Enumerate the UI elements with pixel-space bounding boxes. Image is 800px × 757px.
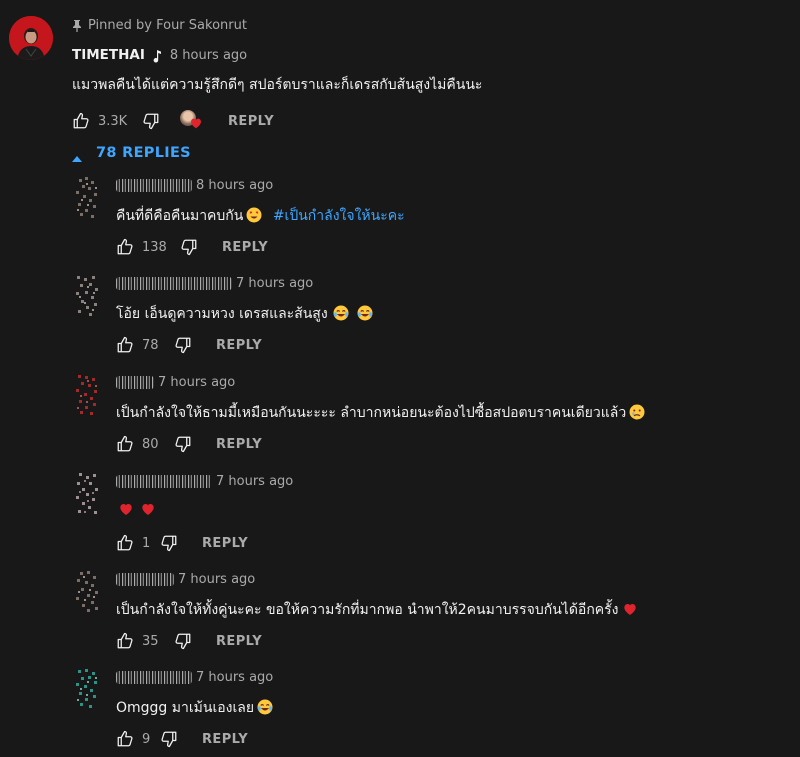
reply-header: 7 hours ago bbox=[116, 572, 255, 587]
crying-face-emoji bbox=[629, 404, 645, 420]
thumbs-up-icon[interactable] bbox=[116, 534, 134, 552]
tears-of-joy-emoji bbox=[257, 699, 273, 715]
reply-text-body: เป็นกำลังใจให้ธามมี้เหมือนกันนะะะะ ลำบาก… bbox=[116, 405, 627, 421]
reply-button[interactable]: REPLY bbox=[202, 732, 248, 747]
blurred-author-name[interactable] bbox=[116, 179, 192, 192]
tears-of-joy-emoji bbox=[357, 305, 373, 321]
reply-text: Omggg มาเม้นเองเลย bbox=[116, 697, 273, 719]
thumbs-down-icon[interactable] bbox=[180, 238, 198, 256]
thumbs-down-icon[interactable] bbox=[160, 730, 178, 748]
like-count: 1 bbox=[142, 535, 151, 551]
reply-item: 7 hours ago โอ้ย เอ็นดูความหวง เดรสและส้… bbox=[0, 273, 800, 371]
comment-actions: 3.3K REPLY bbox=[72, 110, 274, 132]
reply-button[interactable]: REPLY bbox=[228, 114, 274, 129]
reply-item: 7 hours ago 1 REPLY bbox=[0, 471, 800, 569]
comment-thread: Pinned by Four Sakonrut TIMETHAI 8 hours… bbox=[0, 0, 800, 757]
reply-actions: 9 REPLY bbox=[116, 730, 248, 748]
pin-icon bbox=[72, 19, 82, 33]
hashtag-link[interactable]: #เป็นกำลังใจให้นะคะ bbox=[273, 208, 405, 224]
reply-text: เป็นกำลังใจให้ทั้งคู่นะคะ ขอให้ความรักที… bbox=[116, 599, 638, 621]
reply-button[interactable]: REPLY bbox=[216, 338, 262, 353]
reply-timestamp[interactable]: 7 hours ago bbox=[236, 276, 313, 291]
thumbs-up-icon[interactable] bbox=[116, 632, 134, 650]
reply-button[interactable]: REPLY bbox=[216, 634, 262, 649]
blurred-author-name[interactable] bbox=[116, 573, 174, 586]
reply-text-body: เป็นกำลังใจให้ทั้งคู่นะคะ ขอให้ความรักที… bbox=[116, 602, 619, 618]
reply-button[interactable]: REPLY bbox=[202, 536, 248, 551]
reply-header: 7 hours ago bbox=[116, 375, 235, 390]
reply-button[interactable]: REPLY bbox=[222, 240, 268, 255]
blurred-author-name[interactable] bbox=[116, 475, 212, 488]
reply-actions: 80 REPLY bbox=[116, 435, 262, 453]
caret-up-icon bbox=[72, 150, 82, 162]
reply-actions: 35 REPLY bbox=[116, 632, 262, 650]
red-heart-emoji bbox=[118, 501, 134, 517]
reply-avatar[interactable] bbox=[73, 471, 101, 517]
thumbs-up-icon[interactable] bbox=[116, 336, 134, 354]
pinned-by-text: Pinned by Four Sakonrut bbox=[88, 18, 247, 33]
reply-text-body: โอ้ย เอ็นดูความหวง เดรสและส้นสูง bbox=[116, 306, 328, 322]
thumbs-up-icon[interactable] bbox=[116, 238, 134, 256]
reply-timestamp[interactable]: 7 hours ago bbox=[158, 375, 235, 390]
reply-timestamp[interactable]: 7 hours ago bbox=[216, 474, 293, 489]
reply-avatar[interactable] bbox=[73, 175, 101, 221]
reply-actions: 138 REPLY bbox=[116, 238, 268, 256]
reply-timestamp[interactable]: 7 hours ago bbox=[196, 670, 273, 685]
reply-text: คืนที่ดีคือคืนมาคบกัน #เป็นกำลังใจให้นะค… bbox=[116, 205, 405, 227]
thumbs-down-icon[interactable] bbox=[160, 534, 178, 552]
reply-timestamp[interactable]: 8 hours ago bbox=[196, 178, 273, 193]
replies-count-label: 78 REPLIES bbox=[96, 145, 191, 161]
reply-item: 8 hours ago คืนที่ดีคือคืนมาคบกัน #เป็นก… bbox=[0, 175, 800, 273]
reply-item: 7 hours ago เป็นกำลังใจให้ธามมี้เหมือนกั… bbox=[0, 372, 800, 470]
thumbs-down-icon[interactable] bbox=[174, 336, 192, 354]
thumbs-up-icon[interactable] bbox=[116, 730, 134, 748]
reply-actions: 78 REPLY bbox=[116, 336, 262, 354]
thumbs-up-icon[interactable] bbox=[72, 112, 90, 130]
thumbs-down-icon[interactable] bbox=[174, 435, 192, 453]
like-count: 3.3K bbox=[98, 113, 128, 129]
pinned-label: Pinned by Four Sakonrut bbox=[72, 18, 247, 33]
reply-item: 7 hours ago เป็นกำลังใจให้ทั้งคู่นะคะ ขอ… bbox=[0, 569, 800, 667]
blurred-author-name[interactable] bbox=[116, 376, 154, 389]
reply-avatar[interactable] bbox=[73, 273, 101, 319]
reply-text-body: Omggg มาเม้นเองเลย bbox=[116, 700, 255, 716]
reply-header: 8 hours ago bbox=[116, 178, 273, 193]
thumbs-down-icon[interactable] bbox=[174, 632, 192, 650]
reply-item: 7 hours ago Omggg มาเม้นเองเลย 9 REPLY bbox=[0, 667, 800, 757]
blurred-author-name[interactable] bbox=[116, 671, 192, 684]
reply-text bbox=[116, 501, 156, 518]
like-count: 138 bbox=[142, 239, 167, 255]
reply-actions: 1 REPLY bbox=[116, 534, 248, 552]
reply-avatar[interactable] bbox=[73, 667, 101, 713]
reply-header: 7 hours ago bbox=[116, 276, 313, 291]
reply-avatar[interactable] bbox=[73, 569, 101, 615]
reply-header: 7 hours ago bbox=[116, 474, 293, 489]
reply-text: เป็นกำลังใจให้ธามมี้เหมือนกันนะะะะ ลำบาก… bbox=[116, 402, 645, 424]
reply-button[interactable]: REPLY bbox=[216, 437, 262, 452]
comment-timestamp[interactable]: 8 hours ago bbox=[170, 48, 247, 63]
like-count: 80 bbox=[142, 436, 159, 452]
thumbs-up-icon[interactable] bbox=[116, 435, 134, 453]
heart-eyes-emoji bbox=[246, 207, 262, 223]
reply-header: 7 hours ago bbox=[116, 670, 273, 685]
comment-header: TIMETHAI 8 hours ago bbox=[72, 47, 247, 63]
like-count: 35 bbox=[142, 633, 159, 649]
replies-toggle-button[interactable]: 78 REPLIES bbox=[72, 145, 191, 162]
like-count: 78 bbox=[142, 337, 159, 353]
reply-text: โอ้ย เอ็นดูความหวง เดรสและส้นสูง bbox=[116, 303, 373, 325]
comment-author[interactable]: TIMETHAI bbox=[72, 47, 145, 63]
red-heart-emoji bbox=[622, 601, 638, 617]
comment-text: แมวพลคืนได้แต่ความรู้สึกดีๆ สปอร์ตบราและ… bbox=[72, 77, 483, 93]
like-count: 9 bbox=[142, 731, 151, 747]
tears-of-joy-emoji bbox=[333, 305, 349, 321]
reply-timestamp[interactable]: 7 hours ago bbox=[178, 572, 255, 587]
thumbs-down-icon[interactable] bbox=[142, 112, 160, 130]
blurred-author-name[interactable] bbox=[116, 277, 232, 290]
reply-text-body: คืนที่ดีคือคืนมาคบกัน bbox=[116, 208, 244, 224]
channel-avatar[interactable] bbox=[9, 16, 53, 60]
red-heart-emoji bbox=[140, 501, 156, 517]
creator-heart-icon bbox=[180, 110, 204, 132]
music-note-icon bbox=[152, 48, 162, 63]
reply-avatar[interactable] bbox=[73, 372, 101, 418]
